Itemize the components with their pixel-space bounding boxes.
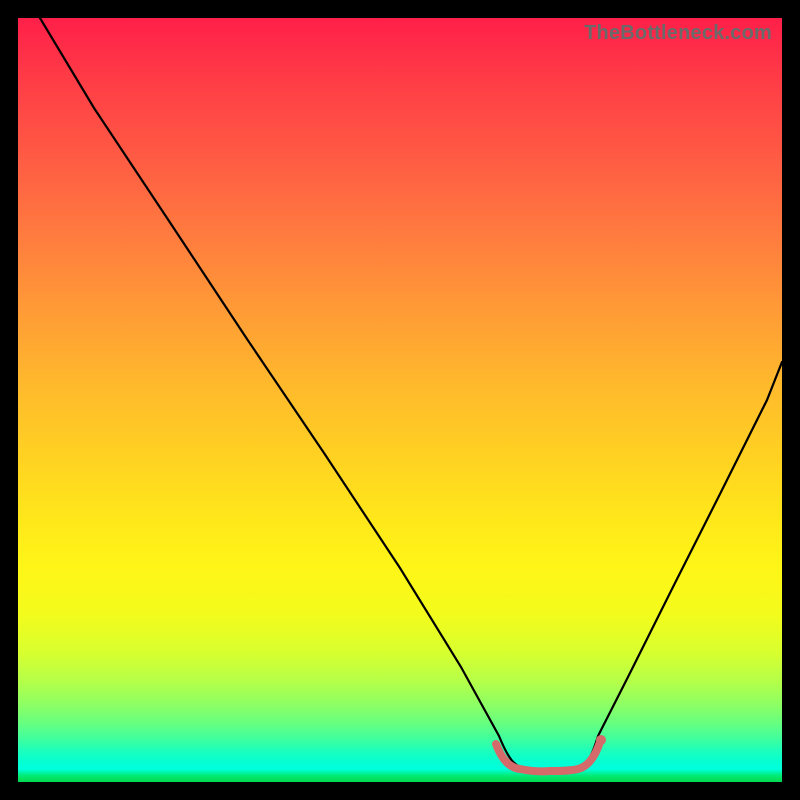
chart-frame: TheBottleneck.com [18, 18, 782, 782]
bottleneck-curve [18, 18, 782, 782]
watermark-text: TheBottleneck.com [584, 22, 772, 45]
trough-marker-dot [596, 735, 606, 745]
trough-marker [496, 742, 600, 771]
curve-path [40, 18, 782, 771]
